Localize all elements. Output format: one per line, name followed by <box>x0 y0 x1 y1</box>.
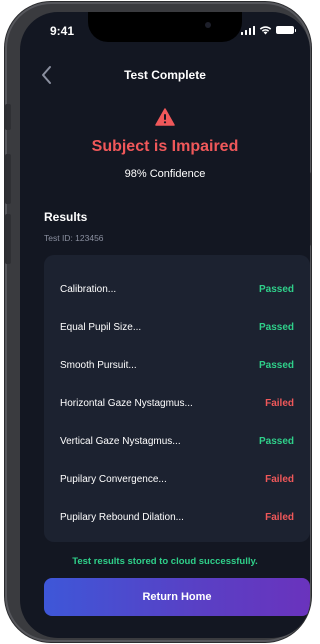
cloud-success-message: Test results stored to cloud successfull… <box>72 556 258 567</box>
status-time: 9:41 <box>50 24 75 38</box>
result-label: Calibration... <box>60 283 117 295</box>
front-camera <box>205 22 211 28</box>
result-status: Failed <box>265 397 294 409</box>
warning-triangle-icon <box>155 108 175 126</box>
result-row-vertical-gaze-nystagmus[interactable]: Vertical Gaze Nystagmus... Passed <box>44 431 310 451</box>
result-row-pupilary-convergence[interactable]: Pupilary Convergence... Failed <box>44 469 310 489</box>
phone-frame: 9:41 Test Complete Subject is Impaired 9… <box>5 2 311 642</box>
battery-icon <box>276 26 296 34</box>
result-status: Failed <box>265 511 294 523</box>
result-status: Passed <box>258 435 294 447</box>
page-title: Test Complete <box>124 68 206 82</box>
volume-up-button <box>5 154 11 204</box>
result-row-calibration[interactable]: Calibration... Passed <box>44 279 310 299</box>
confidence-text: 98% Confidence <box>124 168 206 180</box>
result-status: Passed <box>258 283 294 295</box>
status-icons <box>240 25 296 35</box>
volume-down-button <box>5 214 11 264</box>
result-row-horizontal-gaze-nystagmus[interactable]: Horizontal Gaze Nystagmus... Failed <box>44 393 310 413</box>
verdict-text: Subject is Impaired <box>91 138 239 155</box>
result-status: Passed <box>258 321 294 333</box>
wifi-icon <box>259 26 272 35</box>
results-card: Calibration... Passed Equal Pupil Size..… <box>44 255 310 542</box>
return-home-button[interactable]: Return Home <box>44 578 310 616</box>
app-screen: 9:41 Test Complete Subject is Impaired 9… <box>20 12 310 638</box>
test-id: Test ID: 123456 <box>44 233 104 243</box>
result-label: Equal Pupil Size... <box>60 321 142 333</box>
result-row-equal-pupil-size[interactable]: Equal Pupil Size... Passed <box>44 317 310 337</box>
mute-switch <box>5 104 11 130</box>
result-label: Vertical Gaze Nystagmus... <box>60 435 181 447</box>
notch <box>88 12 242 42</box>
result-label: Horizontal Gaze Nystagmus... <box>60 397 193 409</box>
result-row-pupilary-rebound-dilation[interactable]: Pupilary Rebound Dilation... Failed <box>44 507 310 527</box>
result-label: Smooth Pursuit... <box>60 359 137 371</box>
result-label: Pupilary Rebound Dilation... <box>60 511 184 523</box>
result-label: Pupilary Convergence... <box>60 473 167 485</box>
result-row-smooth-pursuit[interactable]: Smooth Pursuit... Passed <box>44 355 310 375</box>
cellular-signal-icon <box>240 25 255 35</box>
results-heading: Results <box>44 210 88 224</box>
result-status: Passed <box>258 359 294 371</box>
result-status: Failed <box>265 473 294 485</box>
